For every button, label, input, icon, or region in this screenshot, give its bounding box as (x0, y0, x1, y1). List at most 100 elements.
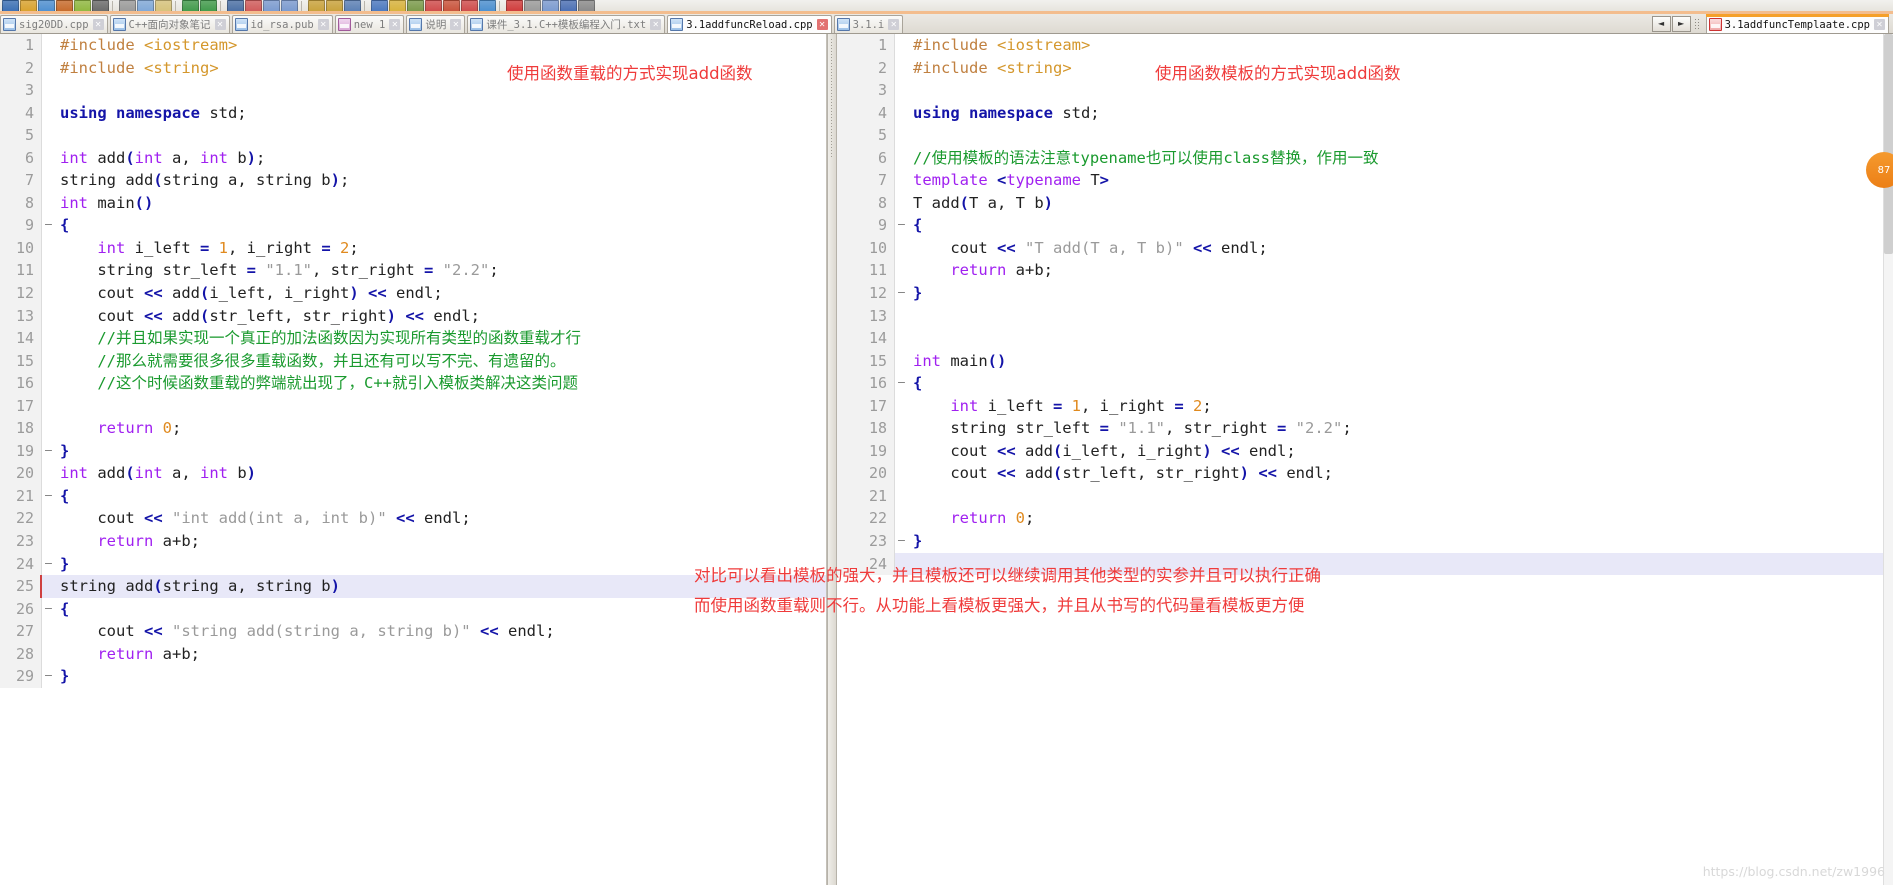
code-area-left[interactable]: 1 #include <iostream> 2 #include <string> 3 4… (0, 34, 826, 885)
fold-toggle-icon[interactable]: − (895, 372, 908, 395)
code-line[interactable]: 21 (837, 484, 1893, 508)
code-token: string str_left (60, 261, 247, 280)
scrollbar-thumb[interactable] (1884, 34, 1893, 254)
fold-toggle-icon[interactable]: − (42, 439, 55, 463)
file-tab-7[interactable]: 3.1.i ✕ (833, 15, 904, 33)
fold-toggle-icon[interactable]: − (42, 597, 55, 621)
code-line[interactable]: 8 T add(T a, T b) (837, 191, 1893, 215)
fold-toggle-icon[interactable]: − (895, 282, 908, 305)
code-line[interactable]: 18 string str_left = "1.1", str_right = … (837, 417, 1893, 440)
code-line[interactable]: 15 //那么就需要很多很多重载函数，并且还有可以写不完、有遗留的。 (0, 349, 826, 373)
code-line[interactable]: 16−{ (837, 372, 1893, 395)
code-token: string a, string b (162, 171, 331, 190)
file-tab-0[interactable]: sig20DD.cpp ✕ (0, 15, 108, 33)
code-line[interactable]: 19 cout << add(i_left, i_right) << endl; (837, 439, 1893, 463)
tab-close-icon[interactable]: ✕ (214, 19, 226, 30)
pane-splitter[interactable] (827, 34, 837, 885)
file-tab-5[interactable]: 课件_3.1.C++模板编程入门.txt ✕ (467, 15, 666, 33)
code-text: return a+b; (55, 530, 200, 553)
code-line[interactable]: 12−} (837, 282, 1893, 305)
code-line[interactable]: 12 cout << add(i_left, i_right) << endl; (0, 282, 826, 305)
code-line[interactable]: 14 (837, 327, 1893, 350)
tab-scroll-left-button[interactable]: ◄ (1651, 16, 1671, 32)
code-line[interactable]: 29−} (0, 665, 826, 688)
tab-close-icon[interactable]: ✕ (317, 19, 329, 30)
code-line[interactable]: 4 using namespace std; (837, 101, 1893, 125)
code-line[interactable]: 10 cout << "T add(T a, T b)" << endl; (837, 236, 1893, 260)
code-area-right[interactable]: 1 #include <iostream> 2 #include <string> 3 4… (837, 34, 1893, 885)
code-line[interactable]: 22 return 0; (837, 507, 1893, 531)
code-line[interactable]: 28 return a+b; (0, 642, 826, 666)
code-line[interactable]: 20 cout << add(str_left, str_right) << e… (837, 462, 1893, 485)
tab-close-icon[interactable]: ✕ (92, 19, 104, 30)
code-line[interactable]: 8 int main() (0, 191, 826, 215)
code-line[interactable]: 10 int i_left = 1, i_right = 2; (0, 236, 826, 260)
code-line[interactable]: 23 return a+b; (0, 530, 826, 553)
file-tab-right-active[interactable]: 3.1addfuncTemplaate.cpp ✕ (1705, 14, 1890, 33)
code-line[interactable]: 5 (0, 124, 826, 147)
code-line[interactable]: 22 cout << "int add(int a, int b)" << en… (0, 507, 826, 531)
code-text: using namespace std; (908, 102, 1100, 125)
code-line[interactable]: 19−} (0, 439, 826, 463)
code-line[interactable]: 6 //使用模板的语法注意typename也可以使用class替换，作用一致 (837, 146, 1893, 170)
code-line[interactable]: 1 #include <iostream> (837, 34, 1893, 57)
code-line[interactable]: 16 //这个时候函数重载的弊端就出现了，C++就引入模板类解决这类问题 (0, 372, 826, 395)
fold-gutter (42, 56, 55, 80)
file-tab-3[interactable]: new 1 ✕ (334, 15, 405, 33)
code-line[interactable]: 5 (837, 124, 1893, 147)
fold-toggle-icon[interactable]: − (42, 484, 55, 508)
file-tab-6[interactable]: 3.1addfuncReload.cpp ✕ (667, 15, 832, 33)
file-tab-label: 3.1addfuncReload.cpp (686, 18, 813, 31)
tab-close-icon[interactable]: ✕ (1874, 19, 1885, 30)
code-line[interactable]: 21−{ (0, 484, 826, 508)
tab-drag-handle[interactable] (1693, 18, 1700, 30)
code-line[interactable]: 1 #include <iostream> (0, 34, 826, 57)
code-line[interactable]: 17 (0, 394, 826, 418)
code-token: <string> (144, 58, 219, 77)
code-line[interactable]: 11 return a+b; (837, 259, 1893, 283)
code-token: template (913, 171, 997, 190)
overlay-note-line-2: 而使用函数重载则不行。从功能上看模板更强大，并且从书写的代码量看模板更方便 (694, 596, 1305, 615)
code-line[interactable]: 27 cout << "string add(string a, string … (0, 620, 826, 643)
code-line[interactable]: 6 int add(int a, int b); (0, 146, 826, 170)
file-tab-bar[interactable]: sig20DD.cpp ✕ C++面向对象笔记 ✕ id_rsa.pub ✕ new 1 ✕ 说… (0, 13, 1893, 34)
code-line[interactable]: 18 return 0; (0, 417, 826, 440)
code-line[interactable]: 15 int main() (837, 349, 1893, 373)
code-line[interactable]: 13 (837, 304, 1893, 328)
tab-close-icon[interactable]: ✕ (650, 19, 662, 30)
tab-close-icon[interactable]: ✕ (450, 19, 462, 30)
code-line[interactable]: 9−{ (837, 214, 1893, 237)
file-tab-1[interactable]: C++面向对象笔记 ✕ (109, 15, 230, 33)
code-token: //那么就需要很多很多重载函数，并且还有可以写不完、有遗留的。 (60, 351, 566, 370)
fold-gutter (895, 236, 908, 260)
code-line[interactable]: 14 //并且如果实现一个真正的加法函数因为实现所有类型的函数重载才行 (0, 327, 826, 350)
line-number: 2 (837, 56, 895, 80)
fold-toggle-icon[interactable]: − (42, 214, 55, 237)
tab-nav-controls[interactable]: ◄ ► 3.1addfuncTemplaate.cpp ✕ (1651, 14, 1893, 33)
tab-close-icon[interactable]: ✕ (389, 19, 401, 30)
fold-toggle-icon[interactable]: − (895, 214, 908, 237)
code-line[interactable]: 7 string add(string a, string b); (0, 169, 826, 192)
fold-toggle-icon[interactable]: − (42, 665, 55, 688)
code-line[interactable]: 13 cout << add(str_left, str_right) << e… (0, 304, 826, 328)
tab-close-icon[interactable]: ✕ (816, 19, 828, 30)
tab-scroll-right-button[interactable]: ► (1671, 16, 1691, 32)
fold-toggle-icon[interactable]: − (895, 530, 908, 553)
line-number: 5 (0, 124, 42, 147)
code-line[interactable]: 20 int add(int a, int b) (0, 462, 826, 485)
code-line[interactable]: 4 using namespace std; (0, 101, 826, 125)
code-line[interactable]: 7 template <typename T> (837, 169, 1893, 192)
editor-pane-right[interactable]: 1 #include <iostream> 2 #include <string> 3 4… (837, 34, 1893, 885)
tab-close-icon[interactable]: ✕ (888, 19, 900, 30)
code-line[interactable]: 9−{ (0, 214, 826, 237)
fold-toggle-icon[interactable]: − (42, 552, 55, 576)
file-tab-4[interactable]: 说明 ✕ (406, 15, 466, 33)
code-line[interactable]: 17 int i_left = 1, i_right = 2; (837, 394, 1893, 418)
file-tab-2[interactable]: id_rsa.pub ✕ (231, 15, 333, 33)
code-line[interactable]: 23−} (837, 530, 1893, 553)
code-token: ) (1202, 441, 1212, 460)
line-number: 18 (837, 417, 895, 440)
editor-pane-left[interactable]: 1 #include <iostream> 2 #include <string> 3 4… (0, 34, 827, 885)
code-line[interactable]: 11 string str_left = "1.1", str_right = … (0, 259, 826, 283)
